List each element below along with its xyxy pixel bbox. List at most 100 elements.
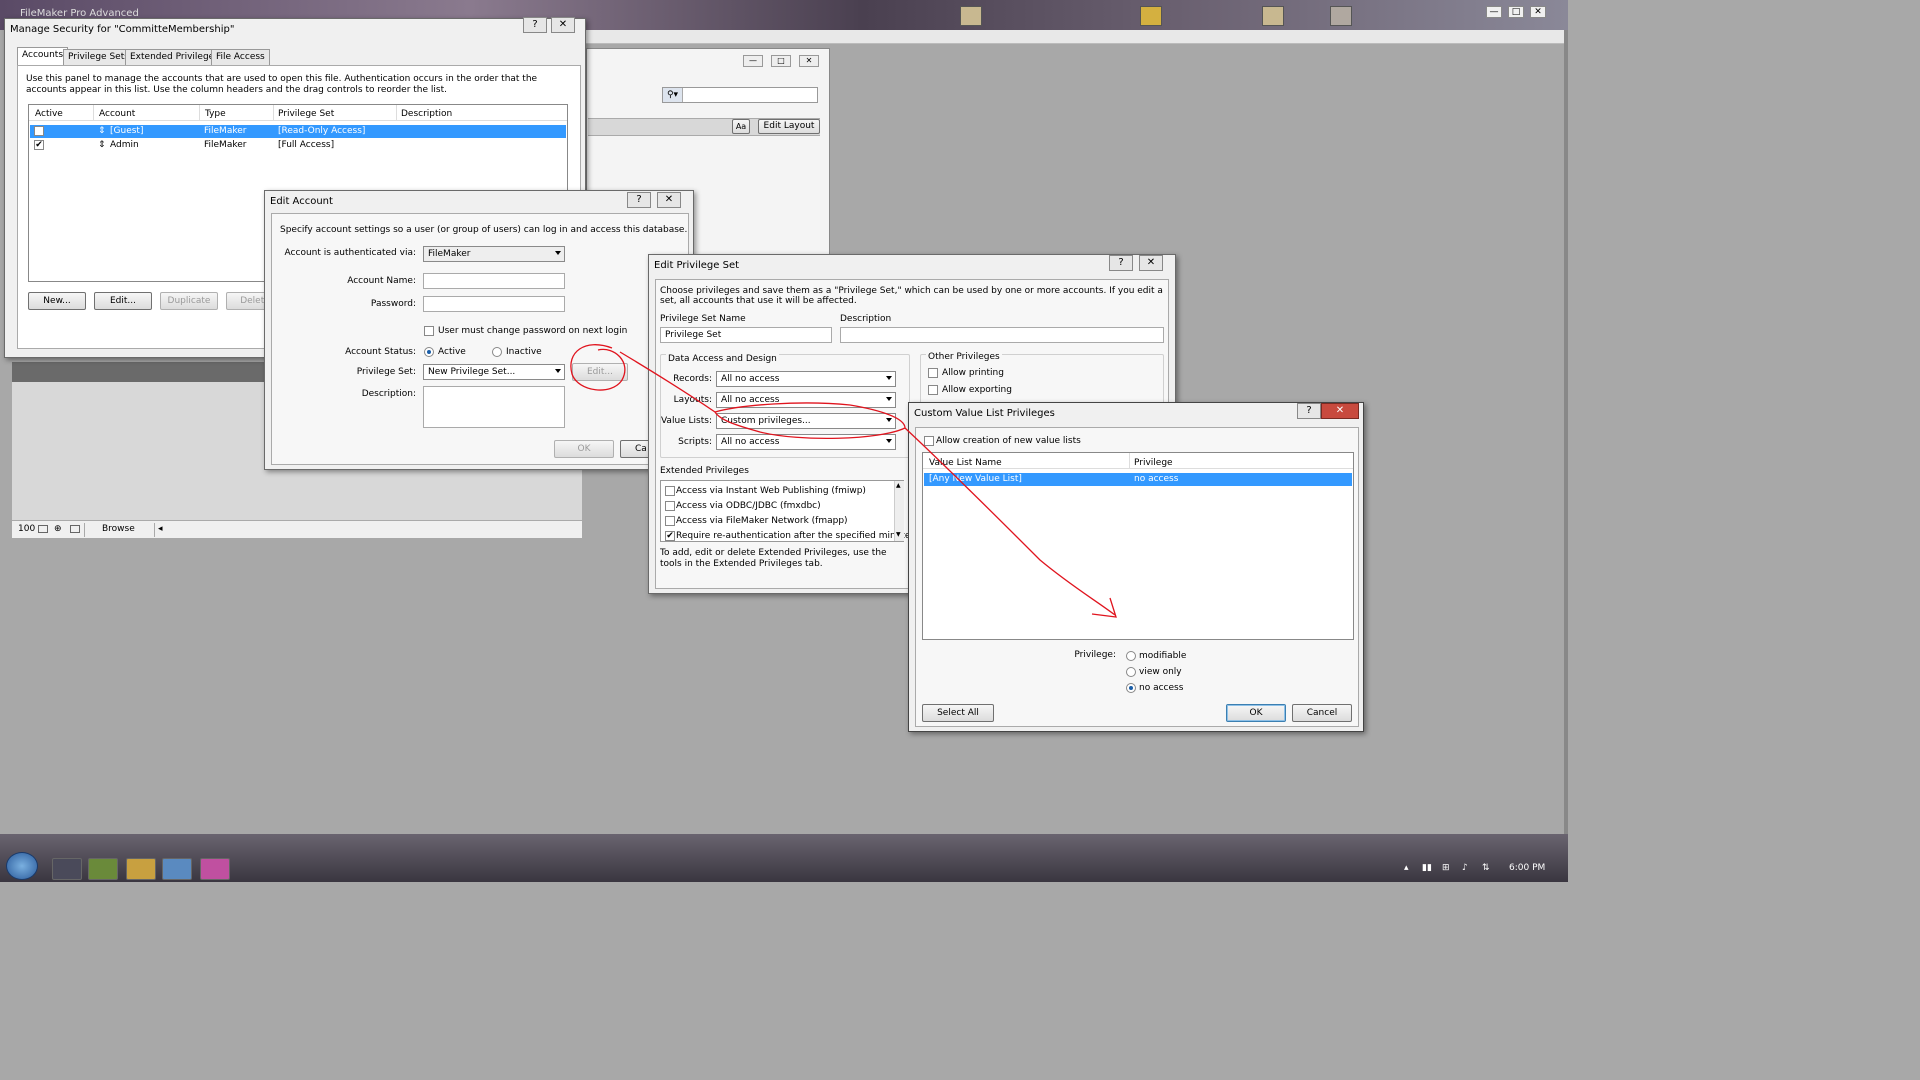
must-change-password-checkbox[interactable]: [424, 326, 434, 336]
allow-printing-checkbox[interactable]: [928, 368, 938, 378]
scrollbar[interactable]: ▲ ▼: [894, 481, 904, 541]
privilege-set-name-input[interactable]: Privilege Set: [660, 327, 832, 343]
password-input[interactable]: [423, 296, 565, 312]
column-header-type[interactable]: Type: [205, 109, 226, 119]
column-header-account[interactable]: Account: [99, 109, 135, 119]
filemaker-icon[interactable]: [200, 858, 230, 880]
close-icon[interactable]: ✕: [657, 192, 681, 208]
records-dropdown[interactable]: All no access: [716, 371, 896, 387]
minimize-icon[interactable]: —: [743, 55, 763, 67]
signal-icon: ▮▮: [1422, 863, 1432, 873]
modifiable-radio[interactable]: [1126, 651, 1136, 661]
table-row[interactable]: ⇕ [Guest] FileMaker [Read-Only Access]: [30, 125, 566, 138]
app-maximize-button[interactable]: □: [1508, 6, 1524, 18]
toolbar-toggle-icon[interactable]: [70, 525, 80, 533]
allow-creation-checkbox[interactable]: [924, 436, 934, 446]
description-input[interactable]: [423, 386, 565, 428]
new-account-button[interactable]: New...: [28, 292, 86, 310]
modifiable-label: modifiable: [1139, 651, 1187, 661]
close-icon[interactable]: ✕: [799, 55, 819, 67]
restore-icon[interactable]: □: [771, 55, 791, 67]
layouts-dropdown[interactable]: All no access: [716, 392, 896, 408]
network-icon[interactable]: ⇅: [1482, 863, 1490, 873]
tab-accounts[interactable]: Accounts: [17, 47, 69, 66]
dialog-title: Edit Account: [270, 196, 333, 207]
help-icon[interactable]: ?: [1109, 255, 1133, 271]
search-icon[interactable]: ⚲▾: [663, 88, 683, 102]
edit-account-panel: Specify account settings so a user (or g…: [271, 213, 689, 465]
app-menu-bar: [586, 30, 1568, 44]
browser-icon[interactable]: [162, 858, 192, 880]
cancel-button[interactable]: Cancel: [1292, 704, 1352, 722]
tray-expand-icon[interactable]: ▴: [1404, 863, 1409, 873]
scroll-down-icon[interactable]: ▼: [896, 531, 901, 538]
volume-icon[interactable]: ♪: [1462, 863, 1468, 873]
table-row[interactable]: ✔ ⇕ Admin FileMaker [Full Access]: [30, 139, 566, 152]
clock[interactable]: 6:00 PM: [1509, 863, 1545, 873]
taskbar-app-icon[interactable]: [88, 858, 118, 880]
scripts-dropdown[interactable]: All no access: [716, 434, 896, 450]
edit-account-button[interactable]: Edit...: [94, 292, 152, 310]
account-name-input[interactable]: [423, 273, 565, 289]
edit-layout-button[interactable]: Edit Layout: [758, 119, 820, 134]
app-frame-edge: [1564, 30, 1568, 834]
inactive-radio[interactable]: [492, 347, 502, 357]
help-icon[interactable]: ?: [1297, 403, 1321, 419]
close-icon[interactable]: ✕: [551, 17, 575, 33]
extended-privilege-checkbox[interactable]: [665, 486, 675, 496]
ok-button[interactable]: OK: [554, 440, 614, 458]
close-icon[interactable]: ✕: [1321, 403, 1359, 419]
app-minimize-button[interactable]: —: [1486, 6, 1502, 18]
zoom-in-icon[interactable]: ⊕: [54, 524, 62, 534]
column-header-active[interactable]: Active: [35, 109, 63, 119]
app-close-button[interactable]: ✕: [1530, 6, 1546, 18]
auth-dropdown[interactable]: FileMaker: [423, 246, 565, 262]
scroll-up-icon[interactable]: ▲: [896, 482, 901, 489]
select-all-button[interactable]: Select All: [922, 704, 994, 722]
tab-file-access[interactable]: File Access: [211, 49, 270, 65]
start-button[interactable]: [6, 852, 38, 880]
zoom-out-icon[interactable]: [38, 525, 48, 533]
ok-button[interactable]: OK: [1226, 704, 1286, 722]
close-icon[interactable]: ✕: [1139, 255, 1163, 271]
taskbar: [0, 834, 1568, 882]
divider: [1129, 453, 1130, 469]
zoom-level[interactable]: 100: [18, 524, 35, 534]
text-format-button[interactable]: Aa: [732, 119, 750, 134]
scroll-left-icon[interactable]: ◂: [158, 524, 163, 534]
allow-exporting-checkbox[interactable]: [928, 385, 938, 395]
drag-handle-icon[interactable]: ⇕: [98, 140, 106, 150]
help-icon[interactable]: ?: [627, 192, 651, 208]
active-radio[interactable]: [424, 347, 434, 357]
dialog-title: Manage Security for "CommitteMembership": [10, 24, 235, 35]
privilege-set-dropdown[interactable]: New Privilege Set...: [423, 364, 565, 380]
no-access-radio[interactable]: [1126, 683, 1136, 693]
edit-privilege-set-button[interactable]: Edit...: [572, 363, 628, 381]
active-checkbox[interactable]: ✔: [34, 140, 44, 150]
column-header-description[interactable]: Description: [401, 109, 452, 119]
folder-icon[interactable]: [126, 858, 156, 880]
help-icon[interactable]: ?: [523, 17, 547, 33]
tab-extended-privileges[interactable]: Extended Privileges: [125, 49, 224, 65]
tab-privilege-sets[interactable]: Privilege Sets: [63, 49, 134, 65]
view-only-radio[interactable]: [1126, 667, 1136, 677]
extended-privilege-checkbox[interactable]: [665, 501, 675, 511]
privilege-description-input[interactable]: [840, 327, 1164, 343]
column-header-privilege-set[interactable]: Privilege Set: [278, 109, 334, 119]
active-checkbox[interactable]: [34, 126, 44, 136]
value-lists-dropdown[interactable]: Custom privileges...: [716, 413, 896, 429]
duplicate-account-button[interactable]: Duplicate: [160, 292, 218, 310]
extended-privilege-checkbox[interactable]: ✔: [665, 531, 675, 541]
table-row[interactable]: [Any New Value List] no access: [924, 473, 1352, 486]
mode-label[interactable]: Browse: [102, 524, 135, 534]
password-label: Password:: [370, 299, 416, 309]
drag-handle-icon[interactable]: ⇕: [98, 126, 106, 136]
extended-privilege-checkbox[interactable]: [665, 516, 675, 526]
taskbar-app-icon[interactable]: [52, 858, 82, 880]
column-header-value-list-name[interactable]: Value List Name: [929, 458, 1002, 468]
scripts-value: All no access: [721, 437, 780, 447]
desktop-icon: [960, 6, 982, 26]
quick-find-input[interactable]: ⚲▾: [662, 87, 818, 103]
column-header-privilege[interactable]: Privilege: [1134, 458, 1173, 468]
windows-flag-icon[interactable]: ⊞: [1442, 863, 1450, 873]
